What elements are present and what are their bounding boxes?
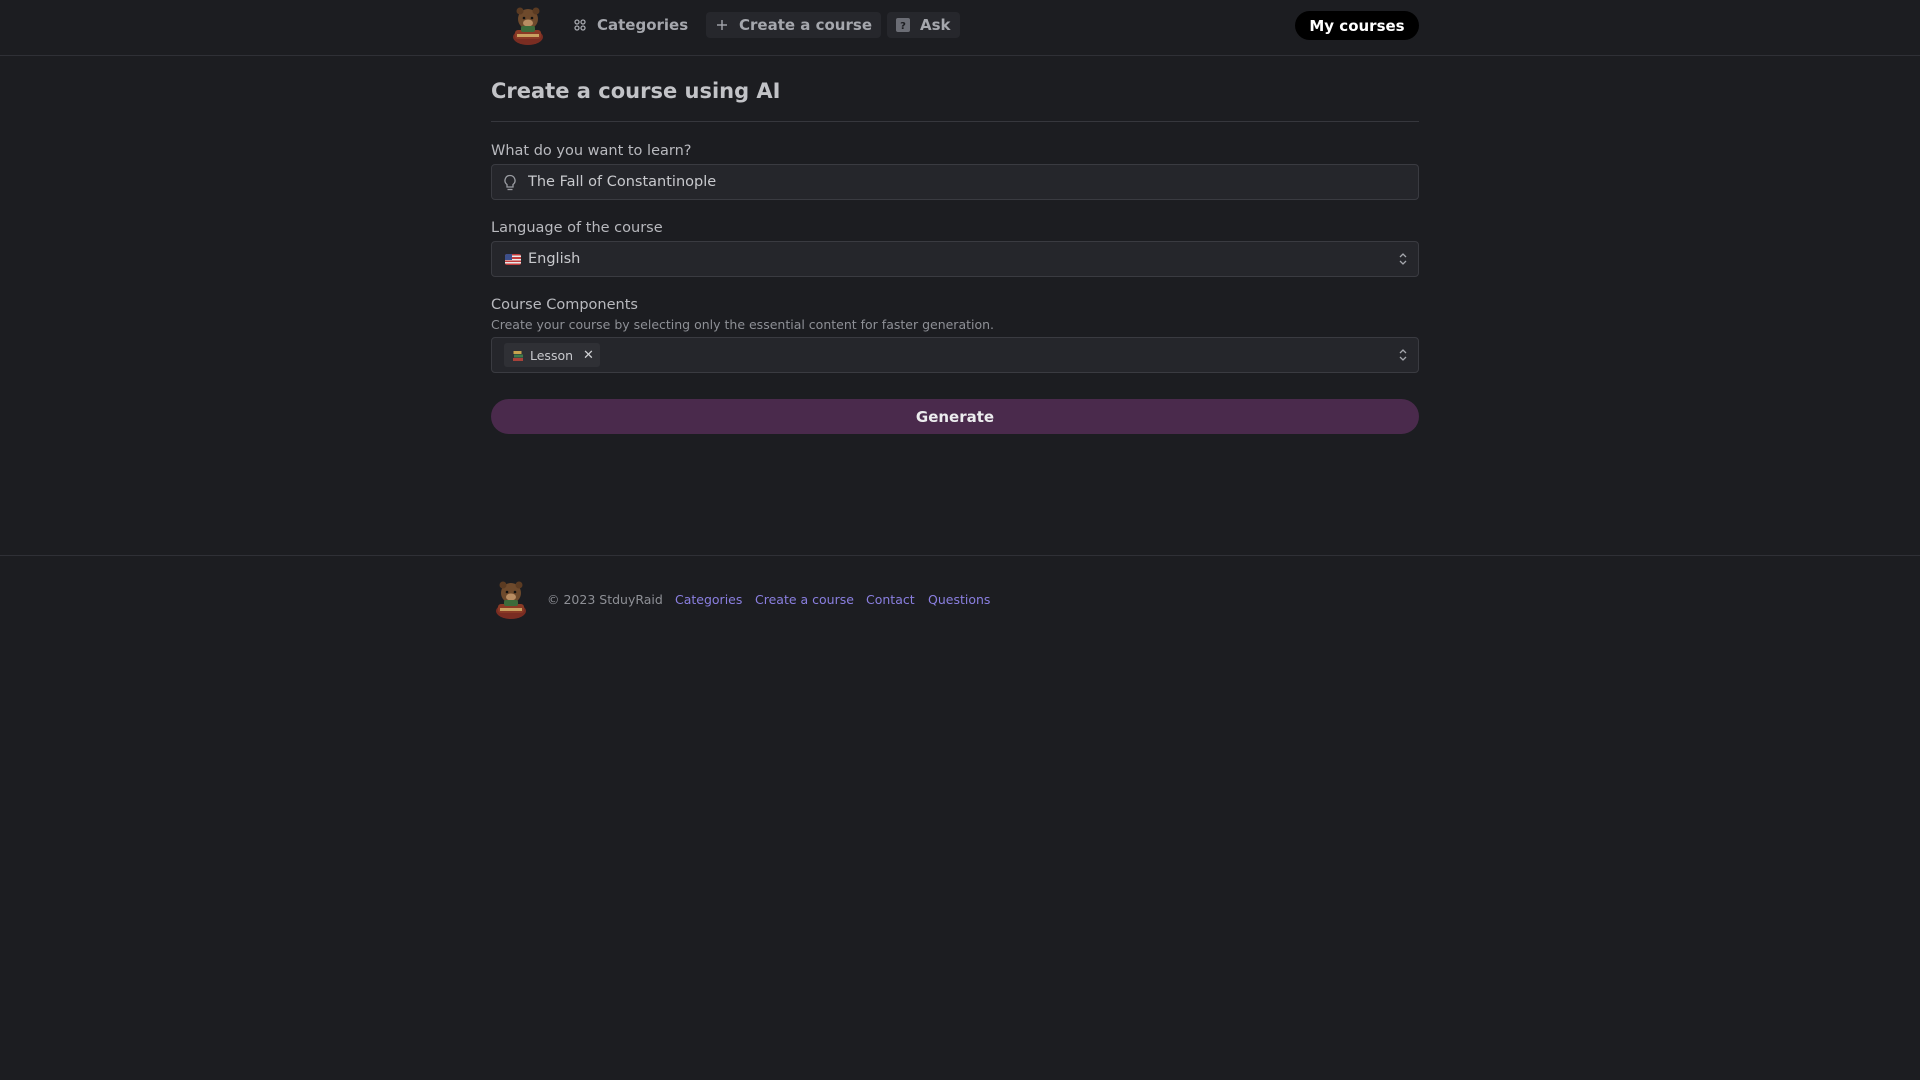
footer-link-create-course[interactable]: Create a course	[755, 592, 854, 607]
nav-ask-label: Ask	[920, 16, 951, 34]
nav-create-course-label: Create a course	[739, 16, 872, 34]
top-navbar: Categories Create a course ? Ask My cour…	[0, 0, 1920, 56]
components-help: Create your course by selecting only the…	[491, 317, 995, 332]
page-title: Create a course using AI	[491, 79, 781, 103]
logo-icon[interactable]	[509, 4, 547, 46]
nav-categories-label: Categories	[597, 16, 689, 34]
chevron-updown-icon	[1399, 253, 1407, 265]
topic-input[interactable]	[528, 165, 1408, 199]
nav-categories[interactable]: Categories	[564, 12, 697, 38]
footer-copyright: © 2023 StduyRaid	[547, 592, 663, 607]
footer-link-questions[interactable]: Questions	[928, 592, 990, 607]
topic-label: What do you want to learn?	[491, 143, 692, 159]
generate-button[interactable]: Generate	[491, 399, 1419, 434]
footer-link-categories[interactable]: Categories	[675, 592, 742, 607]
nav-create-course[interactable]: Create a course	[706, 12, 881, 38]
question-icon: ?	[896, 18, 910, 32]
component-tag-lesson: Lesson ✕	[504, 343, 600, 367]
us-flag-icon	[505, 254, 521, 265]
language-label: Language of the course	[491, 220, 663, 236]
my-courses-button[interactable]: My courses	[1295, 11, 1419, 40]
lightbulb-icon	[504, 174, 516, 191]
language-select[interactable]: English	[491, 241, 1419, 277]
chevron-updown-icon	[1399, 349, 1407, 361]
close-icon[interactable]: ✕	[583, 348, 594, 363]
plus-icon	[715, 18, 729, 32]
language-value: English	[528, 251, 581, 267]
footer-link-contact[interactable]: Contact	[866, 592, 915, 607]
topic-field[interactable]	[491, 164, 1419, 200]
components-label: Course Components	[491, 297, 638, 313]
grid-icon	[573, 18, 587, 32]
divider	[491, 121, 1419, 122]
component-tag-label: Lesson	[530, 347, 574, 363]
svg-text:?: ?	[900, 21, 906, 32]
nav-ask[interactable]: ? Ask	[887, 12, 960, 38]
components-select[interactable]: Lesson ✕	[491, 337, 1419, 373]
books-icon	[513, 350, 523, 361]
footer-divider	[0, 555, 1920, 556]
footer-logo-icon[interactable]	[492, 578, 530, 620]
